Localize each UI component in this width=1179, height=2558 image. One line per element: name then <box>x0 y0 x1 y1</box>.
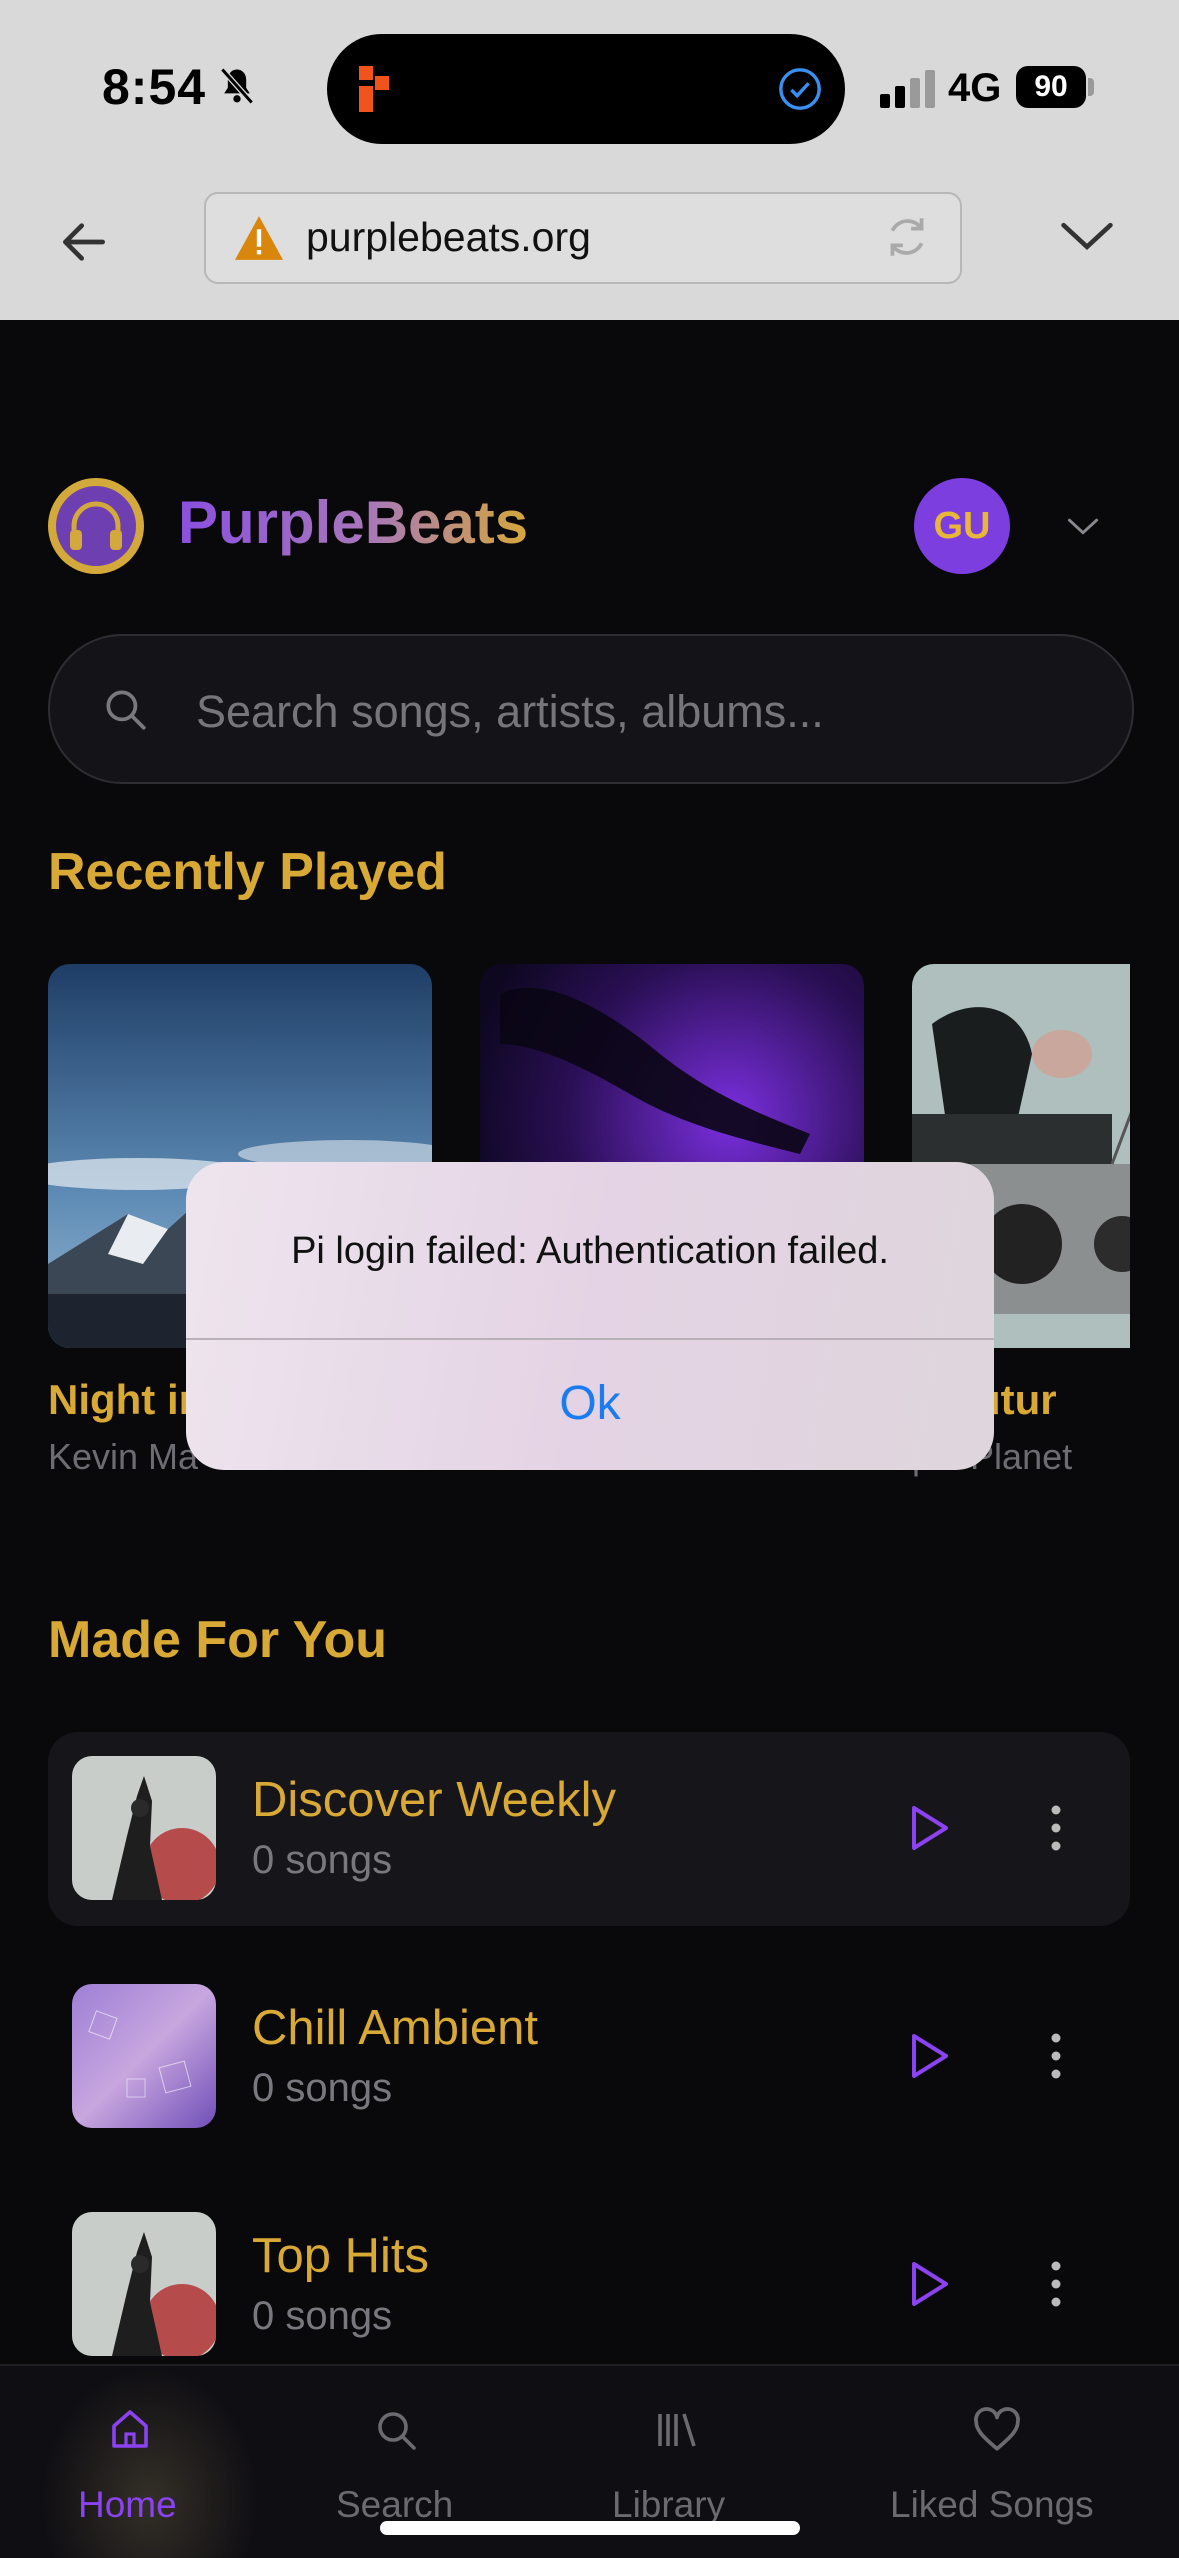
more-vertical-icon[interactable] <box>1048 2258 1064 2315</box>
alert-message: Pi login failed: Authentication failed. <box>291 1230 889 1272</box>
headphones-icon[interactable] <box>48 478 144 574</box>
nav-label: Home <box>78 2484 177 2525</box>
heart-icon <box>972 2406 1022 2459</box>
home-indicator <box>380 2521 800 2535</box>
recently-played-heading: Recently Played <box>48 843 447 901</box>
nav-label: Search <box>336 2484 454 2525</box>
dynamic-island <box>327 34 845 144</box>
playlist-title: Discover Weekly <box>252 1773 616 1827</box>
more-vertical-icon[interactable] <box>1048 2030 1064 2087</box>
more-vertical-icon[interactable] <box>1048 1802 1064 1859</box>
search-icon <box>100 684 150 739</box>
home-icon <box>106 2406 154 2459</box>
made-for-you-heading: Made For You <box>48 1611 387 1669</box>
library-icon <box>652 2406 700 2459</box>
play-icon[interactable] <box>908 2032 952 2085</box>
play-icon[interactable] <box>908 2260 952 2313</box>
card-artist: Kevin Ma <box>48 1436 199 1477</box>
battery-tip <box>1088 78 1094 96</box>
search-placeholder: Search songs, artists, albums... <box>196 686 824 737</box>
nav-label: Library <box>612 2484 726 2525</box>
playlist-row[interactable]: Top Hits 0 songs <box>48 2188 1130 2382</box>
network-type: 4G <box>948 66 1002 110</box>
playlist-count: 0 songs <box>252 2294 393 2338</box>
url-text: purplebeats.org <box>306 214 591 260</box>
playlist-cover <box>72 1984 216 2128</box>
browser-url-bar: purplebeats.org <box>0 170 1179 320</box>
nav-liked-songs[interactable]: Liked Songs <box>880 2366 1120 2558</box>
search-icon <box>372 2406 420 2459</box>
status-time: 8:54 <box>102 59 207 115</box>
playlist-title: Chill Ambient <box>252 2001 538 2055</box>
status-bar: 8:54 4G 90 <box>0 0 1179 170</box>
playlist-cover <box>72 1756 216 1900</box>
user-menu-chevron-down-icon[interactable] <box>1066 516 1100 543</box>
nav-home[interactable]: Home <box>60 2366 200 2558</box>
avatar[interactable]: GU <box>914 478 1010 574</box>
app-brand-title[interactable]: PurpleBeats <box>178 488 528 557</box>
playlist-row[interactable]: Chill Ambient 0 songs <box>48 1960 1130 2154</box>
ok-button[interactable]: Ok <box>186 1338 994 1470</box>
signal-icon <box>880 70 938 113</box>
battery-level: 90 <box>1016 66 1086 108</box>
back-arrow-icon[interactable] <box>56 214 112 275</box>
check-circle-icon <box>777 66 823 117</box>
bell-slash-icon <box>215 64 259 113</box>
chevron-down-icon[interactable] <box>1060 218 1114 259</box>
search-input[interactable]: Search songs, artists, albums... <box>48 634 1134 784</box>
play-icon[interactable] <box>908 1804 952 1857</box>
app-icon <box>357 64 403 119</box>
playlist-count: 0 songs <box>252 1838 393 1882</box>
playlist-row[interactable]: Discover Weekly 0 songs <box>48 1732 1130 1926</box>
playlist-title: Top Hits <box>252 2229 430 2283</box>
alert-dialog: Pi login failed: Authentication failed. … <box>186 1162 994 1470</box>
warning-icon <box>232 214 286 267</box>
playlist-cover <box>72 2212 216 2356</box>
card-title: Night in <box>48 1376 205 1423</box>
reload-icon[interactable] <box>882 212 932 267</box>
playlist-count: 0 songs <box>252 2066 393 2110</box>
url-field[interactable]: purplebeats.org <box>204 192 962 284</box>
nav-label: Liked Songs <box>890 2484 1094 2525</box>
